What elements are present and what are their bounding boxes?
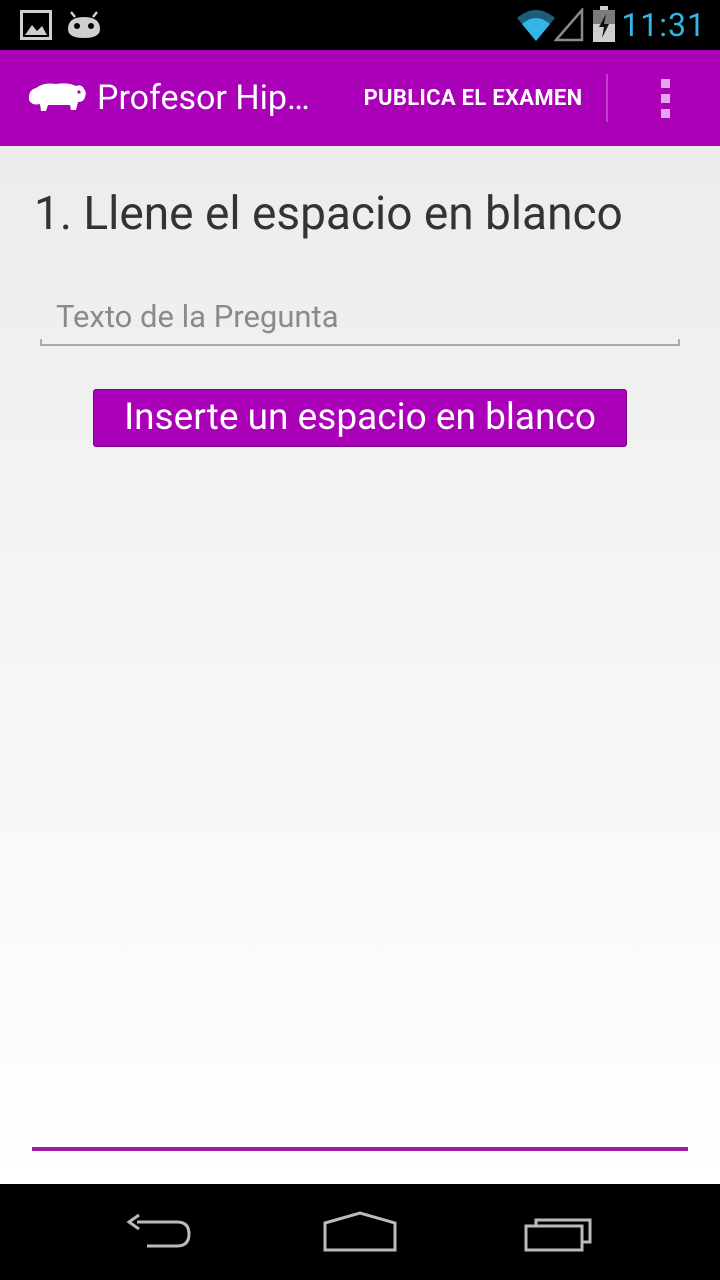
back-icon xyxy=(126,1213,191,1248)
hippo-icon[interactable] xyxy=(26,80,88,116)
insert-blank-button[interactable]: Inserte un espacio en blanco xyxy=(93,389,627,447)
action-bar: Profesor Hip… PUBLICA EL EXAMEN xyxy=(0,50,720,146)
android-icon xyxy=(68,11,100,38)
question-text-input[interactable] xyxy=(40,292,680,346)
picture-icon xyxy=(20,10,52,40)
bottom-divider xyxy=(32,1147,688,1151)
overflow-menu-icon[interactable] xyxy=(620,50,710,146)
navigation-bar xyxy=(0,1184,720,1280)
battery-charging-icon xyxy=(593,6,615,42)
recents-button[interactable] xyxy=(480,1184,640,1280)
main-content: 1. Llene el espacio en blanco Inserte un… xyxy=(0,146,720,1184)
signal-icon xyxy=(554,8,584,42)
status-bar: 11:31 xyxy=(0,0,720,50)
publish-exam-button[interactable]: PUBLICA EL EXAMEN xyxy=(340,50,606,146)
back-button[interactable] xyxy=(80,1184,240,1280)
home-button[interactable] xyxy=(280,1184,440,1280)
input-underline xyxy=(40,339,680,346)
action-divider xyxy=(606,74,608,122)
status-clock: 11:31 xyxy=(621,6,706,44)
home-icon xyxy=(323,1211,397,1252)
recents-icon xyxy=(524,1218,592,1252)
question-title: 1. Llene el espacio en blanco xyxy=(34,187,623,241)
wifi-icon xyxy=(517,10,555,41)
app-title: Profesor Hip… xyxy=(97,78,310,118)
